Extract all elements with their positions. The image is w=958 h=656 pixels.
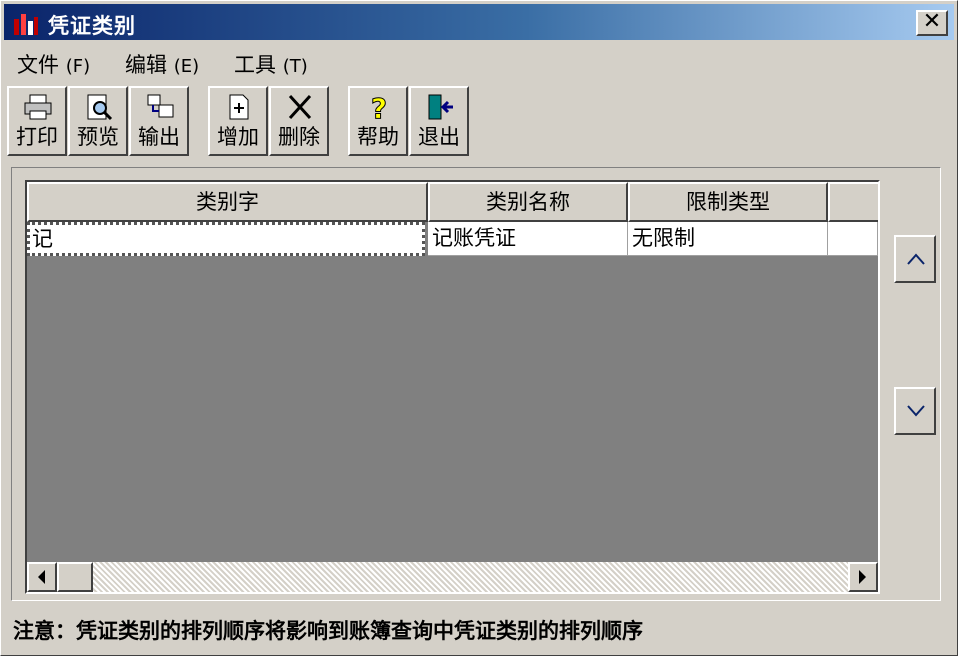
scroll-right-button[interactable] — [848, 562, 878, 592]
move-down-button[interactable] — [894, 387, 936, 435]
menu-tools[interactable]: 工具 (T) — [234, 49, 308, 79]
add-document-icon — [229, 94, 249, 120]
add-button[interactable]: 增加 — [208, 86, 268, 156]
title-bar: 凭证类别 ✕ — [4, 4, 954, 40]
menu-file[interactable]: 文件 (F) — [17, 49, 90, 79]
exit-button[interactable]: 退出 — [409, 86, 469, 156]
column-header-code[interactable]: 类别字 — [27, 182, 428, 222]
category-table[interactable]: 类别字 类别名称 限制类型 记 记账凭证 无限制 — [25, 180, 880, 594]
close-button[interactable]: ✕ — [916, 10, 948, 36]
menu-edit[interactable]: 编辑 (E) — [125, 49, 199, 79]
preview-icon — [87, 94, 113, 121]
export-button[interactable]: 输出 — [129, 86, 189, 156]
chevron-up-icon — [907, 253, 925, 265]
help-button[interactable]: ? 帮助 — [348, 86, 408, 156]
exit-door-icon — [428, 94, 453, 120]
column-header-limit[interactable]: 限制类型 — [628, 182, 828, 222]
help-question-icon: ? — [370, 93, 387, 121]
status-note: 注意：凭证类别的排列顺序将影响到账簿查询中凭证类别的排列顺序 — [13, 619, 643, 643]
app-icon — [14, 14, 38, 35]
toolbar: 打印 预览 输出 增加 删除 ? 帮助 退出 — [1, 83, 957, 159]
close-icon: ✕ — [922, 9, 942, 34]
arrow-right-icon — [859, 570, 866, 584]
delete-x-icon — [288, 94, 312, 120]
delete-button[interactable]: 删除 — [269, 86, 329, 156]
chevron-down-icon — [907, 405, 925, 417]
table-cell-code[interactable]: 记 — [27, 222, 425, 256]
table-cell-blank — [828, 222, 878, 256]
horizontal-scrollbar[interactable] — [27, 562, 878, 592]
move-up-button[interactable] — [894, 235, 936, 283]
table-cell-name[interactable]: 记账凭证 — [428, 222, 628, 256]
preview-button[interactable]: 预览 — [68, 86, 128, 156]
scroll-thumb[interactable] — [57, 562, 93, 592]
window-title: 凭证类别 — [48, 14, 136, 38]
export-icon — [147, 94, 174, 118]
printer-icon — [24, 94, 52, 120]
column-header-blank — [828, 182, 878, 222]
print-button[interactable]: 打印 — [7, 86, 67, 156]
svg-text:?: ? — [371, 93, 387, 121]
column-header-name[interactable]: 类别名称 — [428, 182, 628, 222]
voucher-category-window: 凭证类别 ✕ 文件 (F) 编辑 (E) 工具 (T) 打印 预览 输出 增加 … — [0, 0, 958, 656]
arrow-left-icon — [38, 570, 45, 584]
scroll-left-button[interactable] — [27, 562, 57, 592]
table-cell-limit[interactable]: 无限制 — [628, 222, 828, 256]
